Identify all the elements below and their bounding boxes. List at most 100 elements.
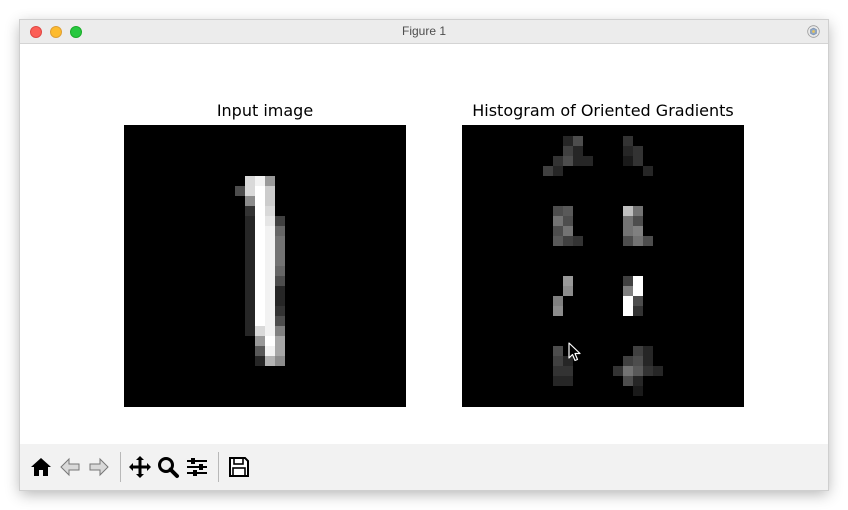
image-pixel [255,266,265,276]
home-icon [31,458,51,476]
image-pixel [633,346,643,356]
image-pixel [633,376,643,386]
image-pixel [245,226,255,236]
back-button[interactable] [57,454,83,480]
image-pixel [245,246,255,256]
image-pixel [255,216,265,226]
image-pixel [265,356,275,366]
forward-button[interactable] [86,454,112,480]
image-pixel [245,196,255,206]
image-pixel [255,316,265,326]
image-pixel [633,296,643,306]
image-pixel [553,346,563,356]
image-pixel [275,276,285,286]
image-pixel [255,286,265,296]
image-pixel [563,366,573,376]
configure-subplots-button[interactable] [184,454,210,480]
image-pixel [563,236,573,246]
image-pixel [245,286,255,296]
image-pixel [245,276,255,286]
forward-arrow-icon [89,457,109,477]
image-pixel [255,206,265,216]
image-pixel [563,206,573,216]
image-pixel [265,286,275,296]
image-pixel [245,206,255,216]
image-pixel [255,306,265,316]
image-pixel [623,206,633,216]
image-pixel [245,236,255,246]
image-pixel [255,276,265,286]
input-image-axes[interactable] [124,125,406,407]
image-pixel [265,266,275,276]
image-pixel [255,346,265,356]
image-pixel [245,296,255,306]
image-pixel [633,366,643,376]
toolbar-separator [218,452,219,482]
image-pixel [563,286,573,296]
image-pixel [245,316,255,326]
image-pixel [623,306,633,316]
image-pixel [265,186,275,196]
image-pixel [633,286,643,296]
pan-button[interactable] [127,454,153,480]
image-pixel [255,256,265,266]
image-pixel [235,186,245,196]
image-pixel [245,256,255,266]
image-pixel [265,206,275,216]
image-pixel [633,386,643,396]
image-pixel [275,226,285,236]
image-pixel [275,356,285,366]
image-pixel [643,366,653,376]
mouse-pointer-icon [568,342,581,362]
image-pixel [633,356,643,366]
image-pixel [255,226,265,236]
figure-window: Figure 1 Input image Histogram of Orient… [20,20,828,490]
hog-image-axes[interactable] [462,125,744,407]
image-pixel [275,246,285,256]
image-pixel [275,266,285,276]
zoom-magnifier-icon [158,457,179,478]
image-pixel [553,166,563,176]
save-floppy-icon [229,457,249,477]
image-pixel [553,206,563,216]
image-pixel [623,136,633,146]
image-pixel [633,206,643,216]
title-bar[interactable]: Figure 1 [20,20,828,44]
image-pixel [245,326,255,336]
image-pixel [623,296,633,306]
navigation-toolbar [20,444,828,490]
toolbar-separator [120,452,121,482]
image-pixel [275,346,285,356]
image-pixel [563,156,573,166]
image-pixel [255,196,265,206]
image-pixel [265,236,275,246]
home-button[interactable] [28,454,54,480]
image-pixel [623,146,633,156]
image-pixel [553,236,563,246]
image-pixel [265,306,275,316]
zoom-button[interactable] [155,454,181,480]
image-pixel [623,236,633,246]
image-pixel [245,216,255,226]
image-pixel [265,246,275,256]
image-pixel [623,156,633,166]
image-pixel [265,326,275,336]
image-pixel [275,256,285,266]
python-document-icon [807,25,820,38]
image-pixel [265,316,275,326]
image-pixel [633,276,643,286]
image-pixel [613,366,623,376]
image-pixel [255,356,265,366]
image-pixel [623,216,633,226]
image-pixel [623,286,633,296]
image-pixel [563,226,573,236]
image-pixel [563,136,573,146]
image-pixel [573,156,583,166]
image-pixel [563,376,573,386]
figure-canvas[interactable]: Input image Histogram of Oriented Gradie… [20,44,828,444]
save-button[interactable] [226,454,252,480]
image-pixel [245,266,255,276]
image-pixel [643,236,653,246]
image-pixel [623,226,633,236]
image-pixel [643,356,653,366]
